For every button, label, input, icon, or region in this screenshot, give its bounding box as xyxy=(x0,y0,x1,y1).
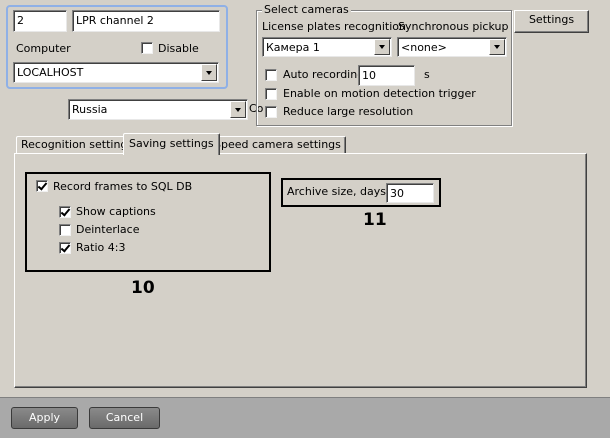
chevron-down-icon[interactable] xyxy=(489,39,505,55)
lpr-camera-select[interactable]: Камера 1 xyxy=(262,37,392,57)
auto-recording-label: Auto recording xyxy=(283,68,365,81)
reduce-resolution-checkbox[interactable] xyxy=(265,106,277,118)
deinterlace-label: Deinterlace xyxy=(76,223,140,236)
auto-recording-unit: s xyxy=(424,68,430,81)
record-frames-label: Record frames to SQL DB xyxy=(53,180,193,193)
reduce-resolution-label: Reduce large resolution xyxy=(283,105,414,118)
deinterlace-checkbox[interactable] xyxy=(59,224,71,236)
ratio-label: Ratio 4:3 xyxy=(76,241,126,254)
country-select-value: Russia xyxy=(72,103,108,116)
show-captions-checkbox[interactable] xyxy=(59,206,71,218)
camera-name-field[interactable]: LPR channel 2 xyxy=(72,10,220,32)
disable-checkbox[interactable] xyxy=(141,42,153,54)
archive-size-input[interactable]: 30 xyxy=(386,183,434,203)
chevron-down-icon[interactable] xyxy=(230,101,246,118)
settings-button[interactable]: Settings xyxy=(514,10,589,33)
computer-select-value: LOCALHOST xyxy=(17,66,84,79)
motion-trigger-label: Enable on motion detection trigger xyxy=(283,87,476,100)
cancel-button[interactable]: Cancel xyxy=(89,407,160,429)
sync-camera-select[interactable]: <none> xyxy=(397,37,507,57)
computer-select[interactable]: LOCALHOST xyxy=(13,62,219,83)
sync-label: Synchronous pickup xyxy=(398,20,509,33)
chevron-down-icon[interactable] xyxy=(374,39,390,55)
archive-size-label: Archive size, days: xyxy=(287,185,390,198)
ratio-checkbox[interactable] xyxy=(59,242,71,254)
lpr-camera-value: Камера 1 xyxy=(266,41,320,54)
auto-recording-input[interactable]: 10 xyxy=(358,65,415,86)
chevron-down-icon[interactable] xyxy=(201,64,217,81)
computer-label: Computer xyxy=(16,42,71,55)
show-captions-label: Show captions xyxy=(76,205,156,218)
auto-recording-checkbox[interactable] xyxy=(265,69,277,81)
camera-number-field[interactable]: 2 xyxy=(13,10,67,32)
select-cameras-title: Select cameras xyxy=(262,3,351,16)
tab-speed-camera-settings[interactable]: Speed camera settings xyxy=(209,136,346,154)
lpr-label: License plates recognition xyxy=(262,20,406,33)
callout-number-11: 11 xyxy=(363,210,387,230)
sync-camera-value: <none> xyxy=(401,41,447,54)
motion-trigger-checkbox[interactable] xyxy=(265,88,277,100)
disable-label: Disable xyxy=(158,42,199,55)
tab-saving-settings[interactable]: Saving settings xyxy=(123,133,220,155)
callout-number-10: 10 xyxy=(131,278,155,298)
record-frames-checkbox[interactable] xyxy=(36,180,48,192)
country-select[interactable]: Russia xyxy=(68,99,248,120)
tab-recognition-settings[interactable]: Recognition settings xyxy=(16,136,139,154)
apply-button[interactable]: Apply xyxy=(11,407,78,429)
